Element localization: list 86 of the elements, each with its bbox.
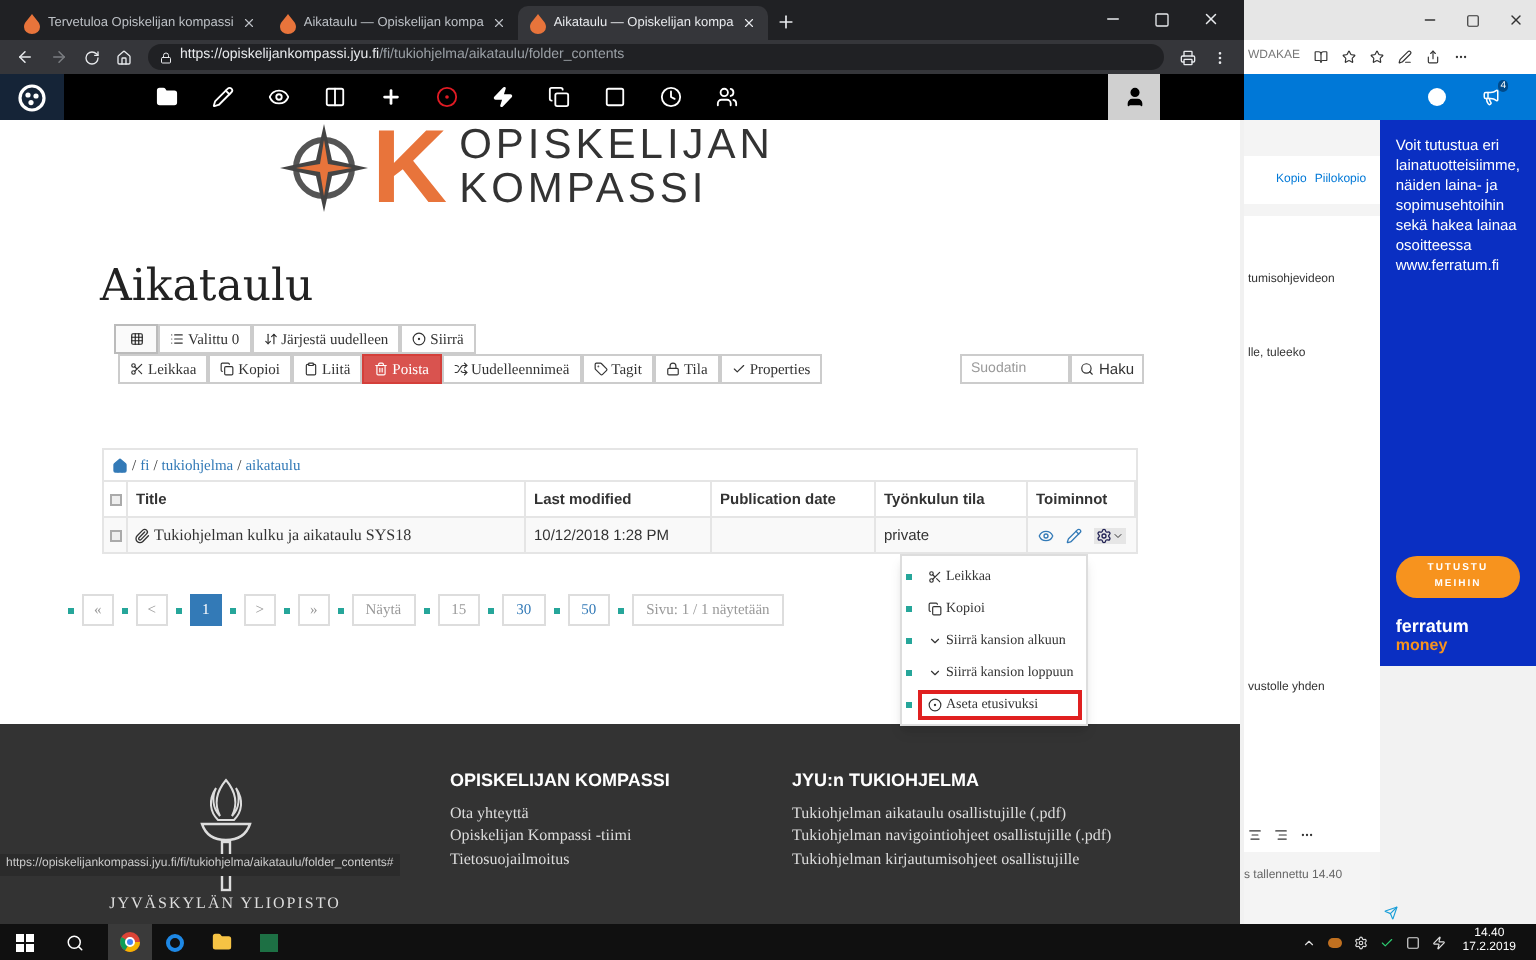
circle-icon (412, 332, 427, 346)
close-icon[interactable] (1508, 12, 1524, 28)
grid-icon (129, 332, 143, 346)
lightning-icon[interactable] (492, 86, 514, 108)
flame-icon (529, 13, 546, 33)
list-icon (170, 332, 184, 346)
share-icon[interactable] (1426, 50, 1441, 64)
users-icon[interactable] (716, 86, 738, 108)
tag-icon (593, 362, 608, 376)
maximize-icon[interactable] (1466, 13, 1480, 27)
actions-menu-button[interactable] (1094, 527, 1126, 543)
layout-icon[interactable] (324, 86, 346, 108)
shuffle-icon (453, 362, 468, 376)
logo-text: KOMPASSI (459, 168, 710, 212)
brand-name: ferratum (1395, 618, 1471, 636)
copy-icon[interactable] (548, 86, 570, 108)
user-icon (1123, 86, 1145, 108)
scissors-icon (130, 362, 144, 376)
footer-heading: JYU:n TUKIOHJELMA (792, 768, 982, 794)
checkbox[interactable] (109, 493, 121, 505)
chrome-icon (120, 932, 140, 952)
lock-icon (160, 51, 172, 63)
add-icon[interactable] (380, 86, 402, 108)
settings-icon (1096, 527, 1112, 543)
footer-link[interactable]: Tukiohjelman kirjautumisohjeet osallistujille (792, 847, 1132, 870)
favorite-icon[interactable] (1342, 50, 1357, 64)
compass-star-icon (280, 124, 368, 212)
align-right-icon[interactable] (1274, 827, 1288, 841)
edge-icon[interactable] (166, 933, 184, 951)
close-icon[interactable] (491, 16, 506, 30)
logo-text: OPISKELIJAN (459, 124, 774, 168)
favorites-list-icon[interactable] (1370, 50, 1385, 64)
reload-icon[interactable] (84, 49, 100, 65)
university-name: JYVÄSKYLÄN YLIOPISTO (109, 892, 341, 916)
copy-icon (220, 362, 235, 376)
footer-link[interactable]: Ota yhteyttä (450, 801, 792, 824)
folder-icon[interactable] (156, 86, 178, 108)
copy-icon (928, 601, 942, 615)
lock-icon (665, 362, 680, 376)
footer-link[interactable]: Tukiohjelman aikataulu osallistujille (.pdf) (792, 801, 1132, 824)
paperclip-icon (134, 527, 150, 543)
flame-icon (24, 13, 40, 33)
scissors-icon (928, 569, 942, 583)
caret-icon (1112, 529, 1124, 541)
tray-check-icon[interactable] (1380, 935, 1395, 949)
grid-button[interactable] (114, 324, 158, 354)
pen-icon[interactable] (1398, 50, 1413, 64)
footer-heading: OPISKELIJAN KOMPASSI (450, 768, 672, 794)
new-tab-icon[interactable] (775, 12, 796, 32)
circle-icon (928, 697, 942, 711)
search-icon (1080, 362, 1095, 376)
megaphone-icon[interactable] (1482, 88, 1500, 106)
windows-start-icon[interactable] (16, 933, 34, 951)
checkbox[interactable] (109, 529, 121, 541)
check-icon (731, 362, 746, 376)
tray-expand-icon[interactable] (1302, 935, 1317, 949)
clipboard-icon (304, 362, 318, 376)
printer-icon[interactable] (1180, 49, 1196, 65)
footer-link[interactable]: Tukiohjelman navigointiohjeet osallistujille (.pdf) (792, 824, 1132, 847)
user-menu-button[interactable] (1108, 74, 1160, 120)
footer-link[interactable]: Opiskelijan Kompassi -tiimi (450, 824, 792, 847)
clock-icon[interactable] (660, 86, 682, 108)
sort-icon (263, 332, 278, 346)
chrome-taskbar-button[interactable] (108, 924, 152, 960)
flame-icon (279, 13, 296, 33)
plone-logo-icon (18, 83, 46, 111)
brand-sub: money (1395, 636, 1450, 654)
search-icon[interactable] (66, 933, 84, 951)
tray-app-icon[interactable] (1328, 937, 1343, 947)
reading-view-icon[interactable] (1314, 50, 1329, 64)
file-explorer-icon[interactable] (212, 932, 232, 952)
close-icon[interactable] (241, 16, 256, 30)
page-heading: Aikataulu (100, 260, 316, 316)
send-icon[interactable] (1383, 906, 1398, 920)
more-icon[interactable] (1454, 50, 1469, 64)
square-icon[interactable] (604, 86, 626, 108)
back-icon[interactable] (16, 48, 34, 66)
plone-logo-button[interactable] (0, 74, 64, 120)
footer-link[interactable]: Tietosuojailmoitus (450, 847, 792, 870)
forward-icon[interactable] (50, 48, 68, 66)
logo-letter: K (372, 116, 448, 220)
tray-settings-icon[interactable] (1354, 935, 1369, 949)
state-icon[interactable] (436, 86, 458, 108)
trash-icon (374, 362, 389, 376)
align-center-icon[interactable] (1248, 827, 1262, 841)
home-icon[interactable] (112, 457, 128, 473)
